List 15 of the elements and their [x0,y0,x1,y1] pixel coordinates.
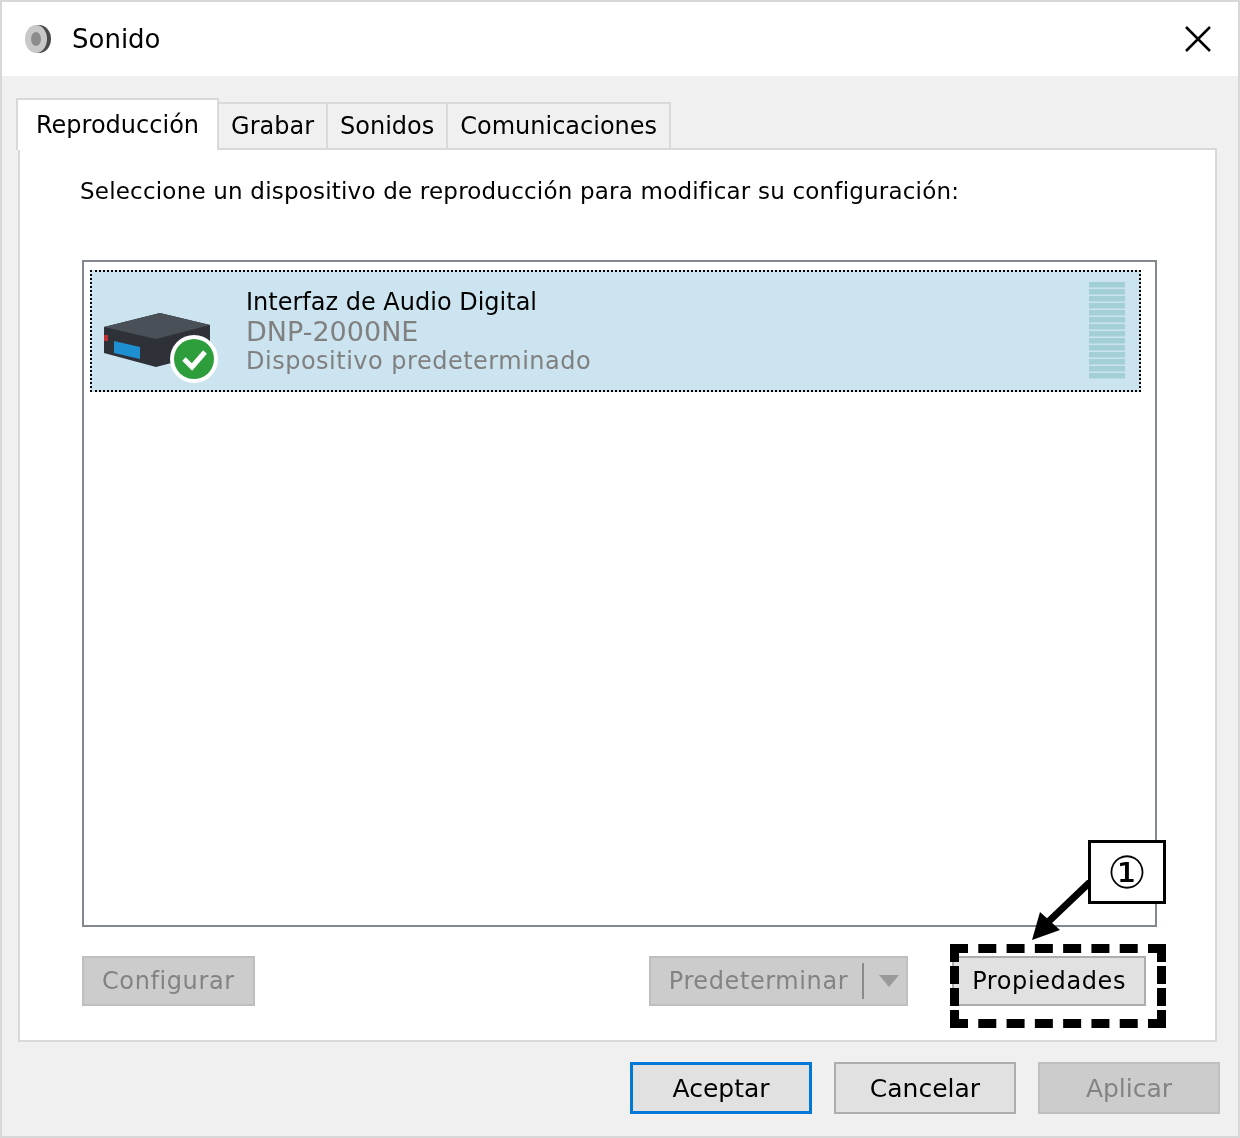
device-status: Dispositivo predeterminado [246,346,593,375]
window-title: Sonido [72,24,162,54]
level-meter-icon [1089,282,1125,380]
device-item[interactable]: Interfaz de Audio Digital DNP-2000NE Dispositivo predeterminado [90,270,1141,392]
panel-button[interactable]: Propiedades [952,956,1146,1006]
tab[interactable]: Reproducción [16,98,220,150]
caret-icon [878,974,901,988]
device-model: DNP-2000NE [246,315,420,347]
speaker-icon [22,23,54,55]
dialog-button[interactable]: Aceptar [630,1062,812,1114]
callout-label: ① [1088,840,1166,904]
device-name: Interfaz de Audio Digital [246,287,539,316]
dialog-button[interactable]: Cancelar [834,1062,1016,1114]
instruction-text: Seleccione un dispositivo de reproducción para modificar su configuración: [80,178,961,204]
tab[interactable]: Comunicaciones [446,102,672,148]
